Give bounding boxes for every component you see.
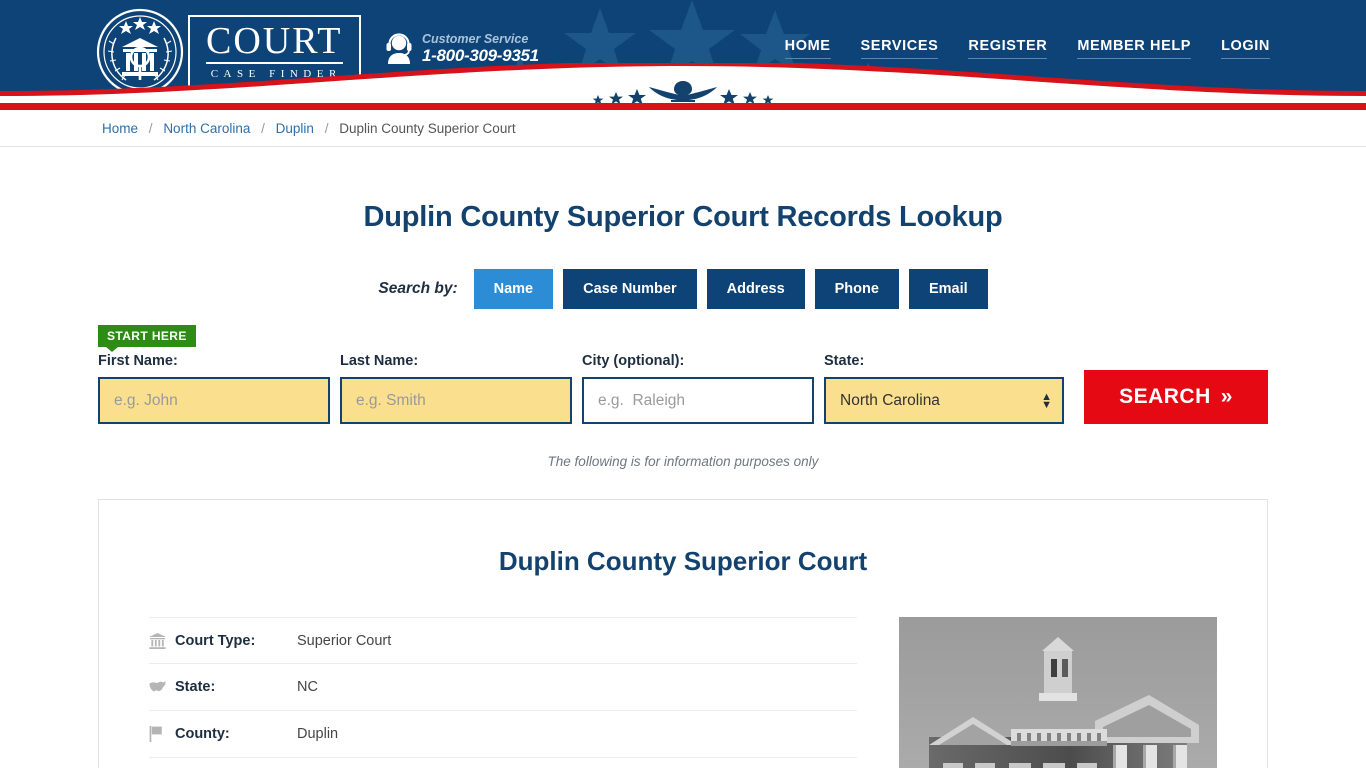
first-name-field-group: First Name: <box>98 353 330 424</box>
search-by-label: Search by: <box>378 280 458 297</box>
detail-value-court-type: Superior Court <box>297 632 392 649</box>
last-name-label: Last Name: <box>340 353 419 369</box>
tab-address[interactable]: Address <box>706 269 805 309</box>
detail-value-state: NC <box>297 679 318 695</box>
logo-text-box: COURT CASE FINDER <box>188 15 361 89</box>
tab-case-number[interactable]: Case Number <box>563 269 697 309</box>
customer-service-block[interactable]: Customer Service 1-800-309-9351 <box>385 32 539 66</box>
court-seal-icon <box>96 8 184 96</box>
nav-item-login[interactable]: LOGIN <box>1221 38 1270 59</box>
page-title: Duplin County Superior Court Records Loo… <box>363 201 1003 233</box>
nav-item-member-help[interactable]: MEMBER HELP <box>1077 38 1192 59</box>
logo-secondary-text: CASE FINDER <box>210 68 342 80</box>
us-map-icon <box>149 680 175 694</box>
state-select[interactable]: North CarolinaAlabamaAlaskaArizonaCalifo… <box>824 377 1064 424</box>
tab-phone[interactable]: Phone <box>814 269 899 309</box>
disclaimer-text: The following is for information purpose… <box>547 454 819 469</box>
tab-name[interactable]: Name <box>473 269 554 309</box>
breadcrumb-item-county[interactable]: Duplin <box>276 121 314 136</box>
detail-value-county: Duplin <box>297 726 339 742</box>
breadcrumb-item-current: Duplin County Superior Court <box>339 120 516 136</box>
last-name-input[interactable] <box>340 377 572 424</box>
courthouse-photo <box>899 617 1217 768</box>
flag-icon <box>149 726 175 742</box>
breadcrumb-separator: / <box>148 120 153 136</box>
city-input[interactable] <box>582 377 814 424</box>
detail-label-state: State: <box>175 679 216 695</box>
first-name-label: First Name: <box>98 353 178 369</box>
state-field-group: State: North CarolinaAlabamaAlaskaArizon… <box>824 353 1064 424</box>
city-label: City (optional): <box>582 353 685 369</box>
search-form: START HERE First Name: Last Name: City (… <box>98 325 1268 424</box>
site-logo[interactable]: COURT CASE FINDER <box>96 8 361 96</box>
breadcrumb-separator: / <box>324 120 329 136</box>
tab-email[interactable]: Email <box>908 269 988 309</box>
site-header: COURT CASE FINDER Customer Service 1-800… <box>0 0 1366 103</box>
last-name-field-group: Last Name: <box>340 353 572 424</box>
first-name-input[interactable] <box>98 377 330 424</box>
search-by-tabs: Search by: Name Case Number Address Phon… <box>0 269 1366 309</box>
header-red-bar <box>0 103 1366 110</box>
detail-label-county: County: <box>175 726 230 742</box>
court-info-card: Duplin County Superior Court Court Type: <box>98 499 1268 768</box>
breadcrumb: Home / North Carolina / Duplin / Duplin … <box>102 121 516 136</box>
detail-row-court-type: Court Type: Superior Court <box>149 617 857 664</box>
court-detail-list: Court Type: Superior Court State: NC Cou… <box>149 617 857 768</box>
customer-service-phone: 1-800-309-9351 <box>422 46 539 66</box>
headset-support-icon <box>385 33 413 65</box>
detail-label-court-type: Court Type: <box>175 632 256 649</box>
detail-row-county: County: Duplin <box>149 711 857 758</box>
bank-building-icon <box>149 632 175 649</box>
nav-item-register[interactable]: REGISTER <box>968 38 1048 59</box>
breadcrumb-item-home[interactable]: Home <box>102 121 138 136</box>
detail-row-state: State: NC <box>149 664 857 711</box>
nav-item-services[interactable]: SERVICES <box>860 38 939 59</box>
nav-item-home[interactable]: HOME <box>784 38 831 59</box>
state-label: State: <box>824 353 865 369</box>
chevron-right-double-icon: » <box>1220 385 1233 408</box>
search-button-label: SEARCH <box>1119 385 1211 408</box>
main-navigation: HOME SERVICES REGISTER MEMBER HELP LOGIN <box>784 38 1270 59</box>
breadcrumb-item-state[interactable]: North Carolina <box>163 121 250 136</box>
customer-service-label: Customer Service <box>422 32 529 46</box>
breadcrumb-bar: Home / North Carolina / Duplin / Duplin … <box>0 110 1366 147</box>
search-button[interactable]: SEARCH » <box>1084 370 1268 424</box>
breadcrumb-separator: / <box>261 120 265 136</box>
start-here-badge: START HERE <box>98 325 196 352</box>
logo-primary-text: COURT <box>206 20 343 64</box>
court-card-title: Duplin County Superior Court <box>498 546 868 576</box>
city-field-group: City (optional): <box>582 353 814 424</box>
